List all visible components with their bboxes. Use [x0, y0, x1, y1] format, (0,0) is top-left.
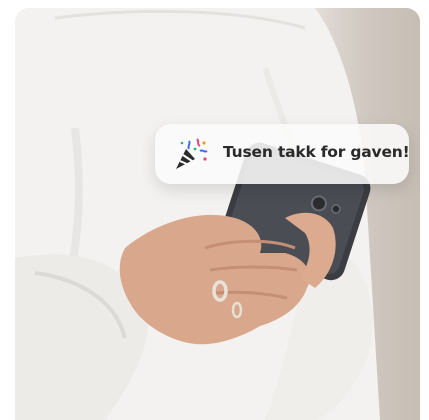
notification-toast: Tusen takk for gaven! — [155, 124, 410, 184]
photo-illustration — [15, 8, 380, 420]
hero-photo: Tusen takk for gaven! — [15, 8, 420, 420]
party-popper-icon — [176, 138, 208, 169]
notification-text: Tusen takk for gaven! — [223, 143, 410, 161]
